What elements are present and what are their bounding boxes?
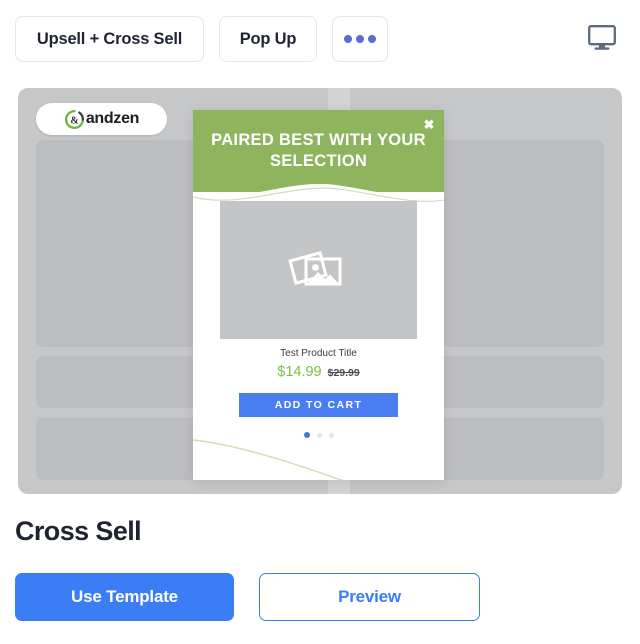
top-toolbar: Upsell + Cross Sell Pop Up [0, 0, 640, 76]
product-image-placeholder [220, 201, 417, 339]
tab-upsell-cross-sell[interactable]: Upsell + Cross Sell [15, 16, 204, 62]
modal-close-button[interactable]: ✖ [421, 116, 437, 132]
image-placeholder-icon [287, 251, 341, 286]
popup-modal[interactable]: PAIRED BEST WITH YOUR SELECTION ✖ Test P… [193, 110, 444, 480]
use-template-button[interactable]: Use Template [15, 573, 234, 621]
preview-label: Preview [338, 587, 401, 606]
desktop-monitor-icon [588, 25, 616, 50]
tab-pop-up[interactable]: Pop Up [219, 16, 317, 62]
use-template-label: Use Template [71, 587, 178, 606]
gandzen-logo-mark: & [64, 109, 84, 129]
brand-logo-text: andzen [85, 110, 140, 127]
tab-pop-up-label: Pop Up [239, 29, 297, 48]
modal-headline: PAIRED BEST WITH YOUR SELECTION [211, 130, 426, 170]
brand-logo: & andzen [36, 103, 167, 135]
more-options-button[interactable] [332, 16, 388, 62]
svg-text:&: & [70, 115, 78, 126]
product-title: Test Product Title [280, 348, 357, 359]
product-price-row: $14.99 $29.99 [193, 364, 444, 380]
add-to-cart-button[interactable]: ADD TO CART [239, 393, 398, 417]
tab-upsell-cross-sell-label: Upsell + Cross Sell [36, 29, 183, 48]
ellipsis-icon [344, 35, 376, 43]
product-original-price: $29.99 [327, 367, 360, 379]
footer-wave-decoration [193, 439, 344, 480]
close-icon: ✖ [423, 116, 435, 132]
product-sale-price: $14.99 [277, 364, 322, 380]
desktop-view-button[interactable] [583, 20, 621, 56]
preview-button[interactable]: Preview [259, 573, 480, 621]
template-title: Cross Sell [15, 516, 142, 546]
